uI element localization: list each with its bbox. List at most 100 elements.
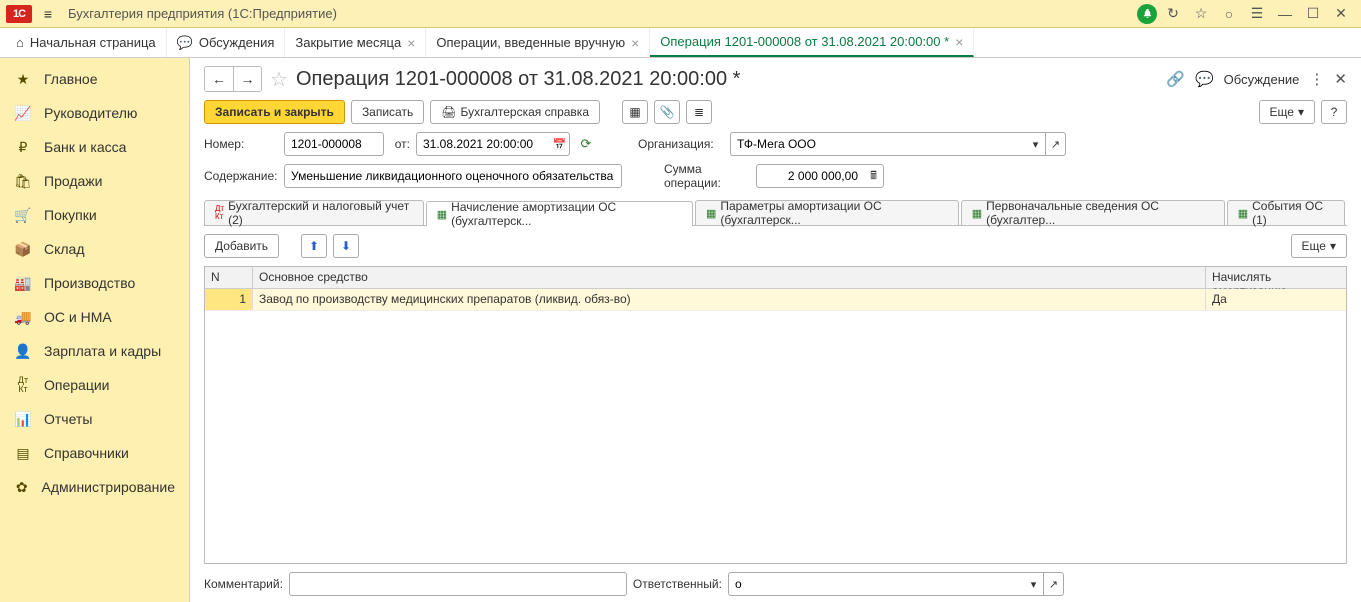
chevron-down-icon: ▾ xyxy=(1298,105,1304,119)
tab-closing[interactable]: Закрытие месяца× xyxy=(285,28,426,57)
cell-amort: Да xyxy=(1206,289,1346,310)
subtab-accounting[interactable]: ДтКтБухгалтерский и налоговый учет (2) xyxy=(204,200,424,225)
print-button[interactable]: 🖨Бухгалтерская справка xyxy=(430,100,600,124)
discuss-icon[interactable]: 💬 xyxy=(1195,70,1214,88)
subtab-initial-info[interactable]: ▦Первоначальные сведения ОС (бухгалтер..… xyxy=(961,200,1225,225)
tab-label: Обсуждения xyxy=(199,35,275,50)
forward-button[interactable]: → xyxy=(233,67,261,91)
sidebar-catalogs[interactable]: ▤Справочники xyxy=(0,436,189,470)
calendar-icon[interactable]: 📅 xyxy=(550,132,570,156)
subtab-amortization-calc[interactable]: ▦ Начисление амортизации ОС (бухгалтерск.… xyxy=(426,201,693,226)
date-input[interactable] xyxy=(416,132,550,156)
sidebar-production[interactable]: 🏭Производство xyxy=(0,266,189,300)
move-up-button[interactable]: ⬆ xyxy=(301,234,327,258)
box-icon: 📦 xyxy=(14,241,32,258)
table-header: N Основное средство Начислять амортизаци… xyxy=(205,267,1346,289)
col-n[interactable]: N xyxy=(205,267,253,288)
col-amort[interactable]: Начислять амортизацию xyxy=(1206,267,1346,288)
subtab-events[interactable]: ▦События ОС (1) xyxy=(1227,200,1345,225)
kebab-icon[interactable]: ⋮ xyxy=(1309,70,1324,88)
comment-label: Комментарий: xyxy=(204,577,283,591)
factory-icon: 🏭 xyxy=(14,275,32,292)
calculator-icon[interactable]: 🖩 xyxy=(864,164,884,188)
sidebar-purchases[interactable]: 🛒Покупки xyxy=(0,198,189,232)
move-down-button[interactable]: ⬇ xyxy=(333,234,359,258)
circle-icon[interactable]: ○ xyxy=(1217,4,1241,24)
table-row[interactable]: 1 Завод по производству медицинских преп… xyxy=(205,289,1346,311)
chevron-down-icon: ▾ xyxy=(1330,239,1336,253)
close-panel-icon[interactable]: ✕ xyxy=(1334,70,1347,88)
tab-home[interactable]: ⌂Начальная страница xyxy=(6,28,167,57)
responsible-input[interactable] xyxy=(728,572,1024,596)
menu-icon[interactable]: ≡ xyxy=(38,6,58,22)
bell-icon[interactable] xyxy=(1137,4,1157,24)
attach-button[interactable]: 📎 xyxy=(654,100,680,124)
subtab-label: Бухгалтерский и налоговый учет (2) xyxy=(228,199,413,227)
sidebar-admin[interactable]: ✿Администрирование xyxy=(0,470,189,504)
sub-tabs: ДтКтБухгалтерский и налоговый учет (2) ▦… xyxy=(204,200,1347,226)
add-button[interactable]: Добавить xyxy=(204,234,279,258)
sidebar-label: Покупки xyxy=(44,207,97,223)
tab-operations-manual[interactable]: Операции, введенные вручную× xyxy=(426,28,650,57)
sidebar-operations[interactable]: ДтКтОперации xyxy=(0,368,189,402)
back-button[interactable]: ← xyxy=(205,67,233,91)
cell-n: 1 xyxy=(205,289,253,310)
close-icon[interactable]: × xyxy=(407,35,415,51)
filter-icon[interactable]: ☰ xyxy=(1245,4,1269,24)
sum-label: Сумма операции: xyxy=(664,162,750,190)
sidebar-warehouse[interactable]: 📦Склад xyxy=(0,232,189,266)
sidebar-sales[interactable]: 🛍Продажи xyxy=(0,164,189,198)
dropdown-icon[interactable]: ▾ xyxy=(1024,572,1044,596)
app-tabs: ⌂Начальная страница 💬Обсуждения Закрытие… xyxy=(0,28,1361,58)
sidebar-label: Администрирование xyxy=(42,479,176,495)
sidebar-main[interactable]: ★Главное xyxy=(0,62,189,96)
col-main[interactable]: Основное средство xyxy=(253,267,1206,288)
sidebar-reports[interactable]: 📊 Отчеты xyxy=(0,402,189,436)
more-button[interactable]: Еще ▾ xyxy=(1259,100,1315,124)
tab-operation[interactable]: Операция 1201-000008 от 31.08.2021 20:00… xyxy=(650,28,974,57)
favorite-star-icon[interactable]: ☆ xyxy=(270,67,288,92)
maximize-icon[interactable]: ☐ xyxy=(1301,4,1325,24)
save-button[interactable]: Записать xyxy=(351,100,424,124)
sidebar-manager[interactable]: 📈Руководителю xyxy=(0,96,189,130)
close-icon[interactable]: × xyxy=(955,34,963,50)
sidebar-bank[interactable]: ₽Банк и касса xyxy=(0,130,189,164)
star-icon[interactable]: ☆ xyxy=(1189,4,1213,24)
tab-discussions[interactable]: 💬Обсуждения xyxy=(167,28,286,57)
comment-input[interactable] xyxy=(289,572,627,596)
sidebar-os-nma[interactable]: 🚚ОС и НМА xyxy=(0,300,189,334)
history-icon[interactable]: ↻ xyxy=(1161,4,1185,24)
open-icon[interactable]: ↗ xyxy=(1044,572,1064,596)
window-title: Бухгалтерия предприятия (1С:Предприятие) xyxy=(68,6,1135,21)
bag-icon: 🛍 xyxy=(14,173,32,190)
table-icon: ▦ xyxy=(437,208,447,221)
content-input[interactable] xyxy=(284,164,622,188)
printer-icon: 🖨 xyxy=(441,105,456,119)
minimize-icon[interactable]: — xyxy=(1273,4,1297,24)
person-icon: 👤 xyxy=(14,343,32,360)
sidebar-salary[interactable]: 👤Зарплата и кадры xyxy=(0,334,189,368)
refresh-date-icon[interactable]: ⟳ xyxy=(576,132,596,156)
help-button[interactable]: ? xyxy=(1321,100,1347,124)
sidebar-label: Операции xyxy=(44,377,110,393)
bars-icon: 📊 xyxy=(14,411,32,428)
list-button[interactable]: ≣ xyxy=(686,100,712,124)
register-button[interactable]: ▦ xyxy=(622,100,648,124)
dropdown-icon[interactable]: ▾ xyxy=(1026,132,1046,156)
number-input[interactable] xyxy=(284,132,384,156)
close-window-icon[interactable]: ✕ xyxy=(1329,4,1353,24)
subtab-amortization-params[interactable]: ▦Параметры амортизации ОС (бухгалтерск..… xyxy=(695,200,959,225)
table-more-button[interactable]: Еще ▾ xyxy=(1291,234,1347,258)
link-icon[interactable]: 🔗 xyxy=(1166,70,1185,88)
sum-input[interactable] xyxy=(756,164,864,188)
discuss-label[interactable]: Обсуждение xyxy=(1224,72,1300,87)
table-toolbar: Добавить ⬆ ⬇ Еще ▾ xyxy=(204,226,1347,266)
org-input[interactable] xyxy=(730,132,1026,156)
content-label: Содержание: xyxy=(204,169,278,183)
subtab-label: Начисление амортизации ОС (бухгалтерск..… xyxy=(451,200,682,228)
close-icon[interactable]: × xyxy=(631,35,639,51)
sidebar-label: Отчеты xyxy=(44,411,92,427)
open-icon[interactable]: ↗ xyxy=(1046,132,1066,156)
nav-buttons: ← → xyxy=(204,66,262,92)
save-close-button[interactable]: Записать и закрыть xyxy=(204,100,345,124)
